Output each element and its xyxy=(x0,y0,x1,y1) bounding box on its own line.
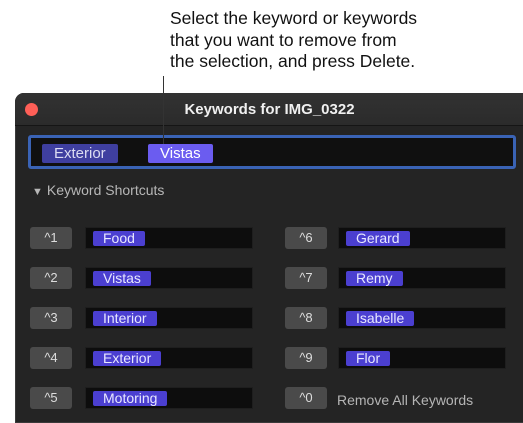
shortcut-key-0: ^0 xyxy=(285,387,327,409)
shortcut-key-8: ^8 xyxy=(285,307,327,329)
keyword-tag-isabelle[interactable]: Isabelle xyxy=(346,311,415,326)
callout-line: Select the keyword or keywords xyxy=(170,8,418,28)
callout-leader-line xyxy=(163,76,164,144)
shortcut-key-6: ^6 xyxy=(285,227,327,249)
shortcut-key-2: ^2 xyxy=(30,267,72,289)
shortcut-field-7[interactable]: Remy xyxy=(338,267,506,289)
keywords-window: Keywords for IMG_0322 Exterior Vistas ▼ K… xyxy=(15,93,523,423)
keyword-shortcuts-label: Keyword Shortcuts xyxy=(46,182,165,198)
title-bar: Keywords for IMG_0322 xyxy=(15,93,523,126)
shortcut-field-4[interactable]: Exterior xyxy=(85,347,253,369)
shortcut-key-4: ^4 xyxy=(30,347,72,369)
callout-line: the selection, and press Delete. xyxy=(170,51,416,71)
shortcut-key-9: ^9 xyxy=(285,347,327,369)
keyword-tag-food[interactable]: Food xyxy=(93,231,145,246)
shortcut-key-7: ^7 xyxy=(285,267,327,289)
keyword-shortcuts-disclosure[interactable]: ▼ Keyword Shortcuts xyxy=(32,182,164,198)
shortcut-field-8[interactable]: Isabelle xyxy=(338,307,506,329)
keyword-tag-flor[interactable]: Flor xyxy=(346,351,391,366)
instruction-callout: Select the keyword or keywords that you … xyxy=(170,8,515,73)
keyword-token-field[interactable]: Exterior Vistas xyxy=(28,135,516,169)
shortcut-key-1: ^1 xyxy=(30,227,72,249)
shortcut-field-3[interactable]: Interior xyxy=(85,307,253,329)
keyword-token-vistas-selected[interactable]: Vistas xyxy=(148,144,213,163)
keyword-tag-remy[interactable]: Remy xyxy=(346,271,403,286)
keyword-tag-motoring[interactable]: Motoring xyxy=(93,391,168,406)
window-title: Keywords for IMG_0322 xyxy=(184,101,355,118)
remove-all-keywords-label: Remove All Keywords xyxy=(337,392,474,408)
shortcut-key-5: ^5 xyxy=(30,387,72,409)
callout-line: that you want to remove from xyxy=(170,29,397,50)
shortcut-field-5[interactable]: Motoring xyxy=(85,387,253,409)
keyword-tag-exterior[interactable]: Exterior xyxy=(93,351,162,366)
shortcut-field-2[interactable]: Vistas xyxy=(85,267,253,289)
shortcut-field-6[interactable]: Gerard xyxy=(338,227,506,249)
keyword-token-exterior[interactable]: Exterior xyxy=(42,144,118,163)
shortcut-key-3: ^3 xyxy=(30,307,72,329)
keyword-tag-interior[interactable]: Interior xyxy=(93,311,157,326)
shortcut-field-1[interactable]: Food xyxy=(85,227,253,249)
shortcut-field-9[interactable]: Flor xyxy=(338,347,506,369)
keyword-tag-vistas[interactable]: Vistas xyxy=(93,271,151,286)
keyword-tag-gerard[interactable]: Gerard xyxy=(346,231,410,246)
disclosure-triangle-icon[interactable]: ▼ xyxy=(32,186,43,198)
